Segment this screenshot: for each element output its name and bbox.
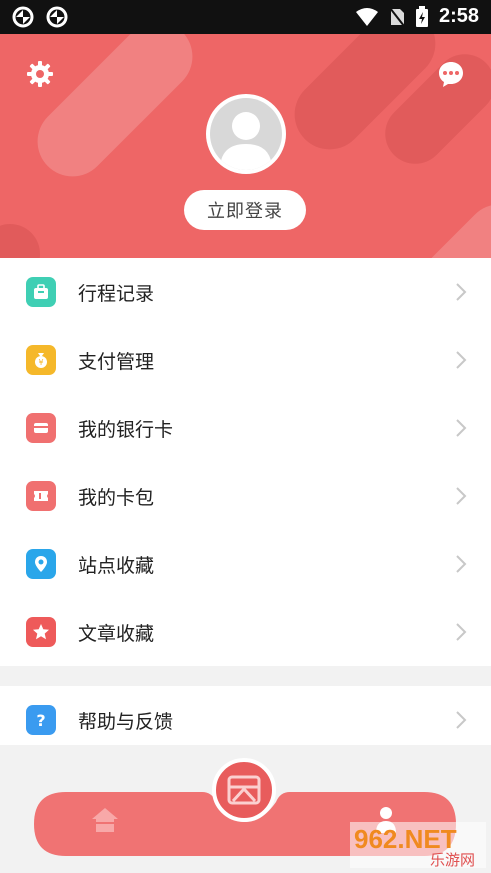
menu-item-label: 我的卡包 bbox=[78, 487, 155, 509]
chevron-right-icon bbox=[456, 711, 467, 729]
menu-item-label: 帮助与反馈 bbox=[78, 711, 174, 733]
menu-item-card-wallet[interactable]: 我的卡包 bbox=[0, 462, 491, 530]
menu-item-payment[interactable]: ¥ 支付管理 bbox=[0, 326, 491, 394]
login-button[interactable]: 立即登录 bbox=[184, 190, 306, 230]
watermark-subtext: 乐游网 bbox=[430, 851, 475, 868]
message-icon[interactable] bbox=[437, 60, 465, 88]
ticket-icon bbox=[26, 481, 56, 511]
status-bar: 2:58 bbox=[0, 0, 491, 34]
bank-card-icon bbox=[26, 413, 56, 443]
clock: 2:58 bbox=[438, 5, 479, 27]
avatar[interactable] bbox=[206, 94, 286, 174]
no-sim-icon bbox=[389, 6, 405, 27]
chevron-right-icon bbox=[456, 351, 467, 369]
menu-item-label: 支付管理 bbox=[78, 351, 155, 373]
menu-item-article-favorites[interactable]: 文章收藏 bbox=[0, 598, 491, 666]
battery-charging-icon bbox=[415, 5, 428, 27]
header-decoration bbox=[400, 189, 491, 258]
menu-item-bank-card[interactable]: 我的银行卡 bbox=[0, 394, 491, 462]
center-ticket-button[interactable] bbox=[212, 758, 276, 822]
location-pin-icon bbox=[26, 549, 56, 579]
home-tab-icon[interactable] bbox=[90, 805, 120, 835]
menu-list-help: ? 帮助与反馈 bbox=[0, 686, 491, 754]
sync-app-icon-2 bbox=[46, 6, 68, 28]
menu-item-label: 文章收藏 bbox=[78, 623, 155, 645]
chevron-right-icon bbox=[456, 419, 467, 437]
menu-item-label: 行程记录 bbox=[78, 283, 155, 305]
wifi-icon bbox=[355, 7, 378, 26]
chevron-right-icon bbox=[456, 555, 467, 573]
menu-item-label: 站点收藏 bbox=[78, 555, 155, 577]
menu-item-trip-records[interactable]: 行程记录 bbox=[0, 258, 491, 326]
svg-text:?: ? bbox=[36, 711, 45, 729]
menu-item-label: 我的银行卡 bbox=[78, 419, 174, 441]
luggage-icon bbox=[26, 277, 56, 307]
menu-item-help-feedback[interactable]: ? 帮助与反馈 bbox=[0, 686, 491, 754]
question-icon: ? bbox=[26, 705, 56, 735]
picture-icon bbox=[227, 775, 261, 805]
settings-gear-icon[interactable] bbox=[26, 60, 54, 88]
header-decoration bbox=[23, 34, 207, 191]
watermark-text: 962.NET bbox=[354, 824, 457, 854]
menu-list: 行程记录 ¥ 支付管理 我的银行卡 我的卡包 站点收藏 文章收藏 bbox=[0, 258, 491, 666]
sync-app-icon bbox=[12, 6, 34, 28]
site-watermark: 962.NET 乐游网 bbox=[350, 822, 486, 869]
chevron-right-icon bbox=[456, 487, 467, 505]
profile-header: 立即登录 bbox=[0, 34, 491, 258]
star-icon bbox=[26, 617, 56, 647]
header-decoration bbox=[0, 224, 40, 258]
chevron-right-icon bbox=[456, 283, 467, 301]
default-user-icon bbox=[220, 112, 272, 170]
svg-text:¥: ¥ bbox=[38, 358, 43, 367]
money-bag-icon: ¥ bbox=[26, 345, 56, 375]
menu-item-station-favorites[interactable]: 站点收藏 bbox=[0, 530, 491, 598]
chevron-right-icon bbox=[456, 623, 467, 641]
